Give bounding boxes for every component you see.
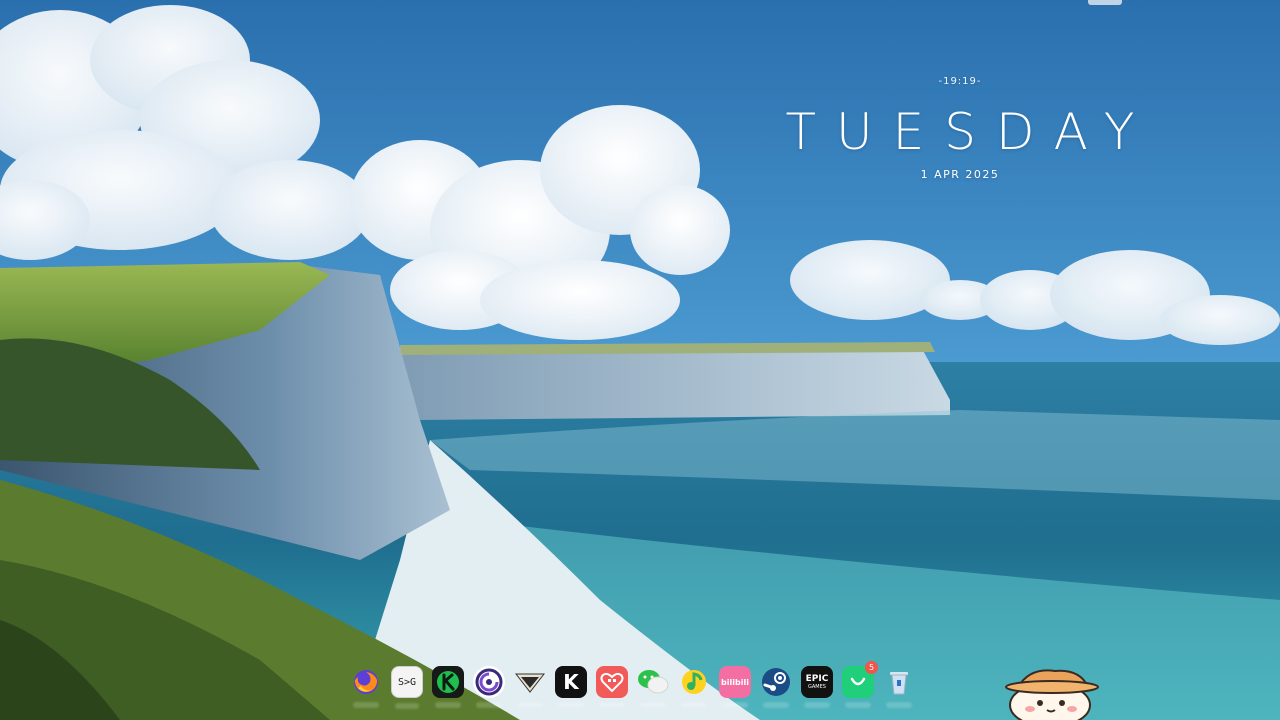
dock-item-shopping-bag[interactable]: 5 [842,661,878,698]
dock-item-wechat[interactable] [637,666,669,698]
trash-icon [890,672,908,695]
clock-widget: -19:19- TUESDAY 1 APR 2025 [760,76,1160,181]
ubisoft-icon [475,668,503,696]
dock-item-firefox[interactable] [350,666,382,698]
dock-item-ubisoft[interactable] [473,666,505,698]
dock-item-kuro[interactable]: K [555,666,587,698]
epic-games-label: EPIC [805,673,829,684]
clock-time: -19:19- [938,76,982,87]
terminal-icon: S>G [397,676,417,688]
dock-item-warframe[interactable] [514,666,546,698]
dock-item-trash[interactable] [883,666,915,698]
warframe-icon [515,673,545,693]
shopping-bag-icon [850,677,866,686]
dock-item-steam[interactable] [760,666,792,698]
pixel-heart-icon [600,672,624,693]
epic-games-sublabel: GAMES [808,683,826,690]
wechat-icon [638,670,669,694]
dock-item-terminal[interactable]: S>G [391,666,423,698]
dock-item-app-green[interactable] [432,666,464,698]
clock-date: 1 APR 2025 [920,168,1000,181]
bilibili-icon: bilibili [721,677,749,687]
dock-item-epic-games[interactable]: EPIC GAMES [801,666,833,698]
notification-badge: 5 [865,661,878,674]
qq-music-icon [682,670,706,694]
kuro-k-icon: K [563,670,579,694]
green-k-icon [437,671,459,693]
clock-day: TUESDAY [785,103,1155,161]
dock-item-qq-music[interactable] [678,666,710,698]
firefox-icon [354,670,378,694]
dock: S>G K bilibili EPIC GAMES 5 [350,660,915,704]
dock-item-heart-app[interactable] [596,666,628,698]
top-panel-handle[interactable] [1088,0,1122,5]
steam-icon [762,668,790,696]
desktop-pet-cat[interactable] [1000,665,1100,720]
dock-item-bilibili[interactable]: bilibili [719,666,751,698]
